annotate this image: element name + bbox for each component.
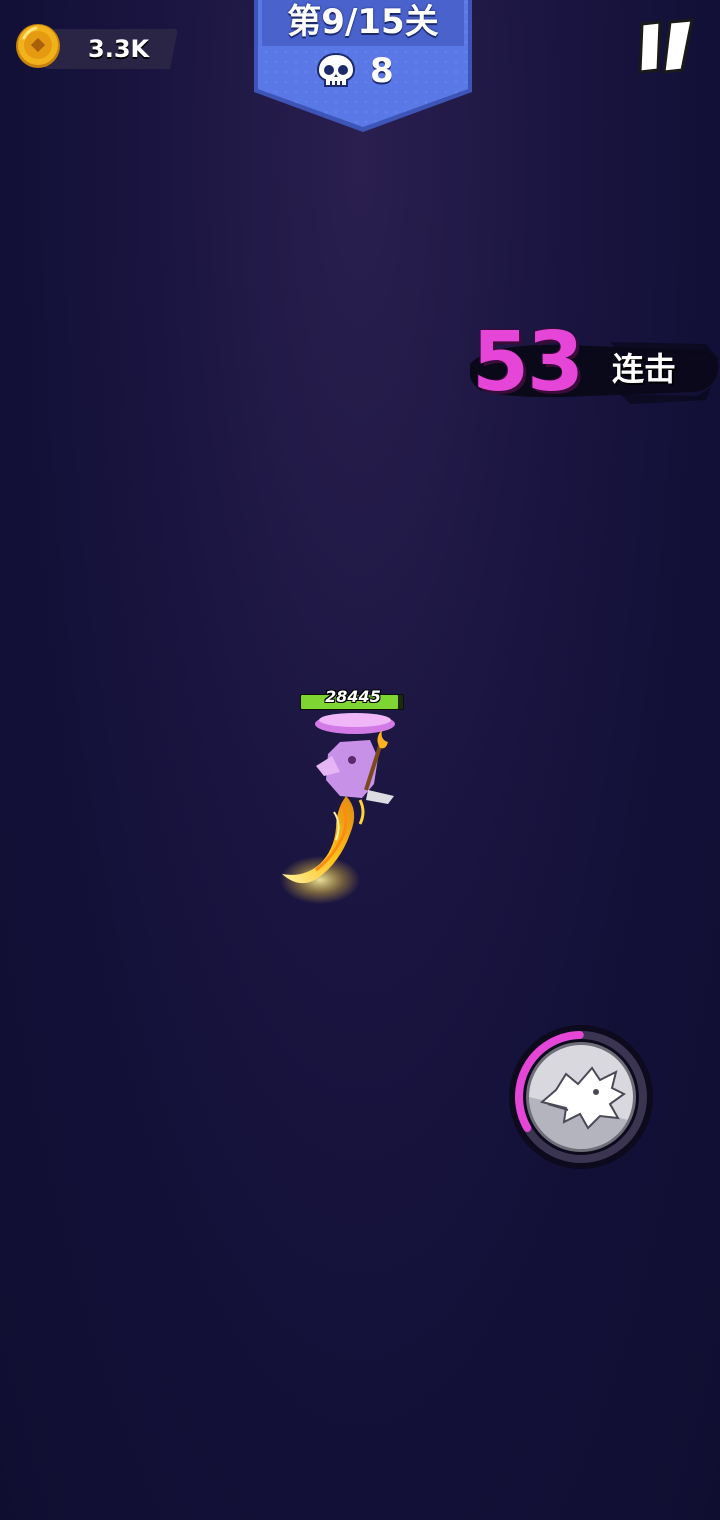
combo-label: 连击 xyxy=(612,350,677,388)
coin-amount: 3.3K xyxy=(88,35,150,63)
hero-character xyxy=(280,713,395,904)
level-title: 第9/15关 xyxy=(287,2,439,42)
dragon-skill-button[interactable] xyxy=(508,1024,654,1170)
combo-count: 53 xyxy=(472,315,584,410)
pause-button[interactable] xyxy=(636,18,696,76)
kill-count: 8 xyxy=(370,51,394,91)
gold-coin-icon xyxy=(16,24,60,68)
skull-icon xyxy=(316,52,356,87)
